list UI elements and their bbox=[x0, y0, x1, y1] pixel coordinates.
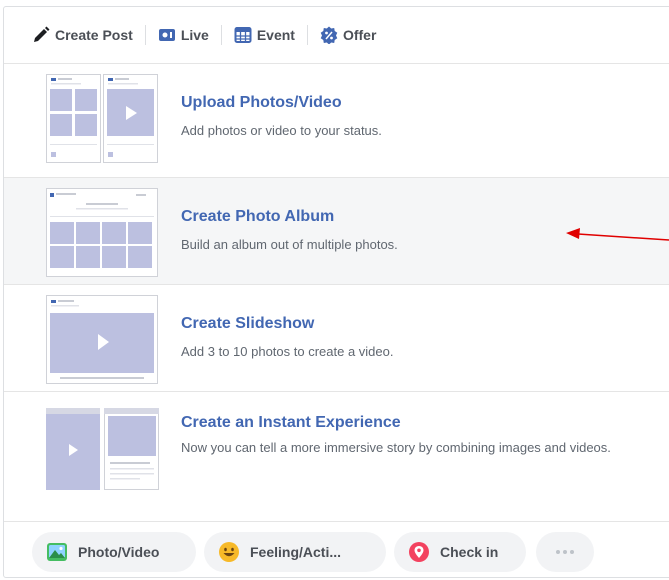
more-options-button[interactable] bbox=[536, 532, 594, 572]
composer-tab-bar: Create Post Live Event Offer bbox=[4, 7, 669, 63]
instant-experience-thumbnail bbox=[46, 408, 159, 490]
option-title: Create an Instant Experience bbox=[181, 414, 401, 431]
option-description: Add photos or video to your status. bbox=[181, 123, 382, 138]
tab-offer[interactable]: Offer bbox=[320, 24, 376, 46]
action-label: Check in bbox=[440, 544, 499, 560]
calendar-icon bbox=[234, 26, 252, 44]
option-title: Upload Photos/Video bbox=[181, 94, 342, 111]
live-video-icon bbox=[158, 26, 176, 44]
tab-label: Offer bbox=[342, 27, 377, 43]
feeling-activity-button[interactable]: Feeling/Acti... bbox=[204, 532, 386, 572]
create-post-composer: Create Post Live Event Offer Upload Phot… bbox=[3, 6, 669, 578]
option-upload-photos-video[interactable]: Upload Photos/Video Add photos or video … bbox=[4, 63, 669, 170]
upload-photos-thumbnail bbox=[46, 74, 158, 163]
option-create-instant-experience[interactable]: Create an Instant Experience Now you can… bbox=[4, 391, 669, 498]
option-create-photo-album[interactable]: Create Photo Album Build an album out of… bbox=[4, 177, 669, 284]
divider bbox=[220, 25, 222, 45]
tab-event[interactable]: Event bbox=[234, 24, 295, 46]
composer-action-bar: Photo/Video Feeling/Acti... Check in bbox=[4, 521, 669, 577]
divider bbox=[144, 25, 146, 45]
option-description: Now you can tell a more immersive story … bbox=[181, 440, 611, 455]
tab-create-post[interactable]: Create Post bbox=[32, 24, 133, 46]
option-create-slideshow[interactable]: Create Slideshow Add 3 to 10 photos to c… bbox=[4, 284, 669, 391]
more-dots-icon bbox=[555, 549, 575, 555]
action-label: Photo/Video bbox=[78, 544, 160, 560]
option-description: Add 3 to 10 photos to create a video. bbox=[181, 344, 394, 359]
divider bbox=[306, 25, 308, 45]
slideshow-thumbnail bbox=[46, 295, 158, 384]
action-label: Feeling/Acti... bbox=[250, 544, 342, 560]
smiley-icon bbox=[218, 541, 240, 563]
check-in-button[interactable]: Check in bbox=[394, 532, 526, 572]
option-title: Create Slideshow bbox=[181, 315, 315, 332]
offer-badge-icon bbox=[320, 26, 338, 44]
tab-label: Live bbox=[180, 27, 209, 43]
tab-label: Create Post bbox=[55, 27, 133, 43]
location-pin-icon bbox=[408, 541, 430, 563]
photo-album-thumbnail bbox=[46, 188, 158, 277]
photo-icon bbox=[46, 541, 68, 563]
pencil-icon bbox=[32, 26, 50, 44]
option-description: Build an album out of multiple photos. bbox=[181, 237, 398, 252]
photo-video-button[interactable]: Photo/Video bbox=[32, 532, 196, 572]
tab-label: Event bbox=[256, 27, 295, 43]
tab-live[interactable]: Live bbox=[158, 24, 209, 46]
option-title: Create Photo Album bbox=[181, 208, 335, 225]
